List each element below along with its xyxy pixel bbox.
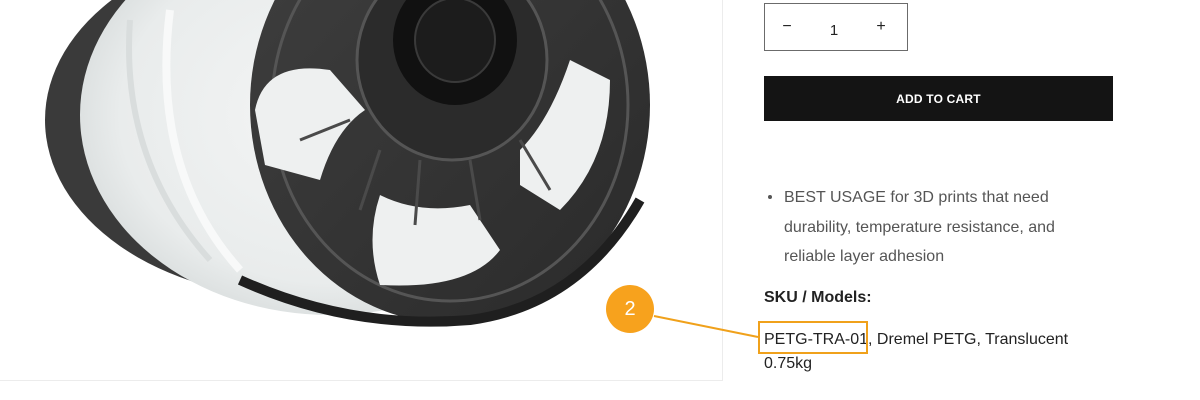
annotation-connector: [653, 315, 759, 338]
annotation-highlight-box: [758, 321, 868, 354]
annotation-badge: 2: [606, 285, 654, 333]
